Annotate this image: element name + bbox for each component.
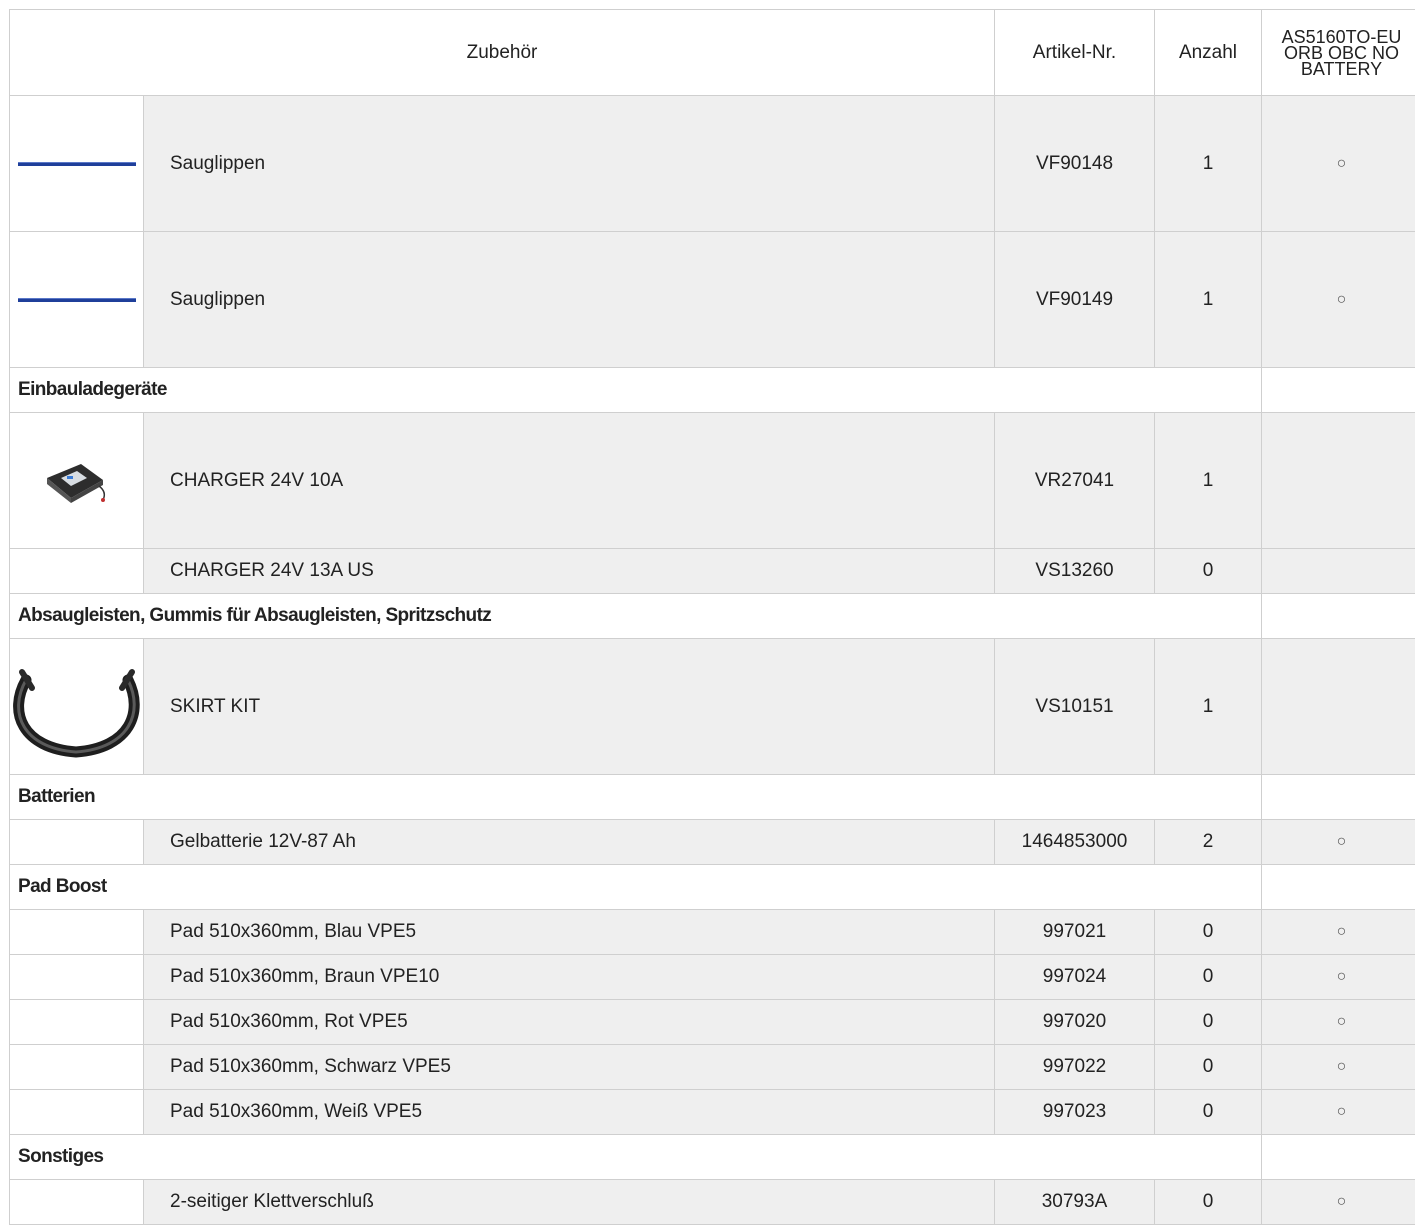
availability-mark: ○ xyxy=(1262,1045,1415,1090)
product-image-cell xyxy=(10,1180,144,1225)
group-row: Einbauladegeräte xyxy=(10,368,1415,413)
group-row: Absaugleisten, Gummis für Absaugleisten,… xyxy=(10,594,1415,639)
group-title: Absaugleisten, Gummis für Absaugleisten,… xyxy=(10,594,1262,639)
item-name: CHARGER 24V 10A xyxy=(144,413,995,549)
item-name: 2-seitiger Klettverschluß xyxy=(144,1180,995,1225)
product-image-cell xyxy=(10,1090,144,1135)
group-title: Batterien xyxy=(10,775,1262,820)
availability-mark: ○ xyxy=(1262,232,1415,368)
item-name: Pad 510x360mm, Schwarz VPE5 xyxy=(144,1045,995,1090)
availability-mark: ○ xyxy=(1262,1000,1415,1045)
table-row: 2-seitiger Klettverschluß 30793A 0 ○ xyxy=(10,1180,1415,1225)
availability-mark xyxy=(1262,549,1415,594)
product-image-cell xyxy=(10,413,144,549)
availability-mark: ○ xyxy=(1262,910,1415,955)
availability-mark: ○ xyxy=(1262,820,1415,865)
table-row: SKIRT KIT VS10151 1 xyxy=(10,639,1415,775)
availability-mark: ○ xyxy=(1262,1090,1415,1135)
article-number: 997021 xyxy=(995,910,1155,955)
product-image-cell xyxy=(10,910,144,955)
group-row: Pad Boost xyxy=(10,865,1415,910)
table-header-row: Zubehör Artikel-Nr. Anzahl AS5160TO-EU O… xyxy=(10,10,1415,96)
squeegee-strip-icon xyxy=(17,159,137,169)
table-row: Sauglippen VF90148 1 ○ xyxy=(10,96,1415,232)
availability-mark xyxy=(1262,639,1415,775)
product-image-cell xyxy=(10,96,144,232)
article-number: VF90148 xyxy=(995,96,1155,232)
group-row: Sonstiges xyxy=(10,1135,1415,1180)
item-name: Pad 510x360mm, Rot VPE5 xyxy=(144,1000,995,1045)
table-row: Sauglippen VF90149 1 ○ xyxy=(10,232,1415,368)
item-name: SKIRT KIT xyxy=(144,639,995,775)
variant-header: AS5160TO-EU ORB OBC NO BATTERY xyxy=(1262,10,1415,96)
group-variant-cell xyxy=(1262,775,1415,820)
article-number: 30793A xyxy=(995,1180,1155,1225)
product-image-cell xyxy=(10,549,144,594)
article-number-header: Artikel-Nr. xyxy=(995,10,1155,96)
article-number: 997024 xyxy=(995,955,1155,1000)
quantity: 0 xyxy=(1155,955,1262,1000)
group-title: Einbauladegeräte xyxy=(10,368,1262,413)
group-variant-cell xyxy=(1262,1135,1415,1180)
table-row: Pad 510x360mm, Weiß VPE5 997023 0 ○ xyxy=(10,1090,1415,1135)
quantity: 0 xyxy=(1155,910,1262,955)
table-row: CHARGER 24V 10A VR27041 1 xyxy=(10,413,1415,549)
article-number: 997023 xyxy=(995,1090,1155,1135)
product-image-cell xyxy=(10,1000,144,1045)
table-row: CHARGER 24V 13A US VS13260 0 xyxy=(10,549,1415,594)
product-image-cell xyxy=(10,955,144,1000)
article-number: VS13260 xyxy=(995,549,1155,594)
item-name: Sauglippen xyxy=(144,96,995,232)
table-row: Pad 510x360mm, Schwarz VPE5 997022 0 ○ xyxy=(10,1045,1415,1090)
article-number: 997022 xyxy=(995,1045,1155,1090)
article-number: VF90149 xyxy=(995,232,1155,368)
quantity: 0 xyxy=(1155,1045,1262,1090)
group-variant-cell xyxy=(1262,865,1415,910)
item-name: CHARGER 24V 13A US xyxy=(144,549,995,594)
article-number: VS10151 xyxy=(995,639,1155,775)
article-number: 1464853000 xyxy=(995,820,1155,865)
group-variant-cell xyxy=(1262,594,1415,639)
quantity: 1 xyxy=(1155,232,1262,368)
quantity: 0 xyxy=(1155,1000,1262,1045)
table-row: Pad 510x360mm, Blau VPE5 997021 0 ○ xyxy=(10,910,1415,955)
item-name: Sauglippen xyxy=(144,232,995,368)
skirt-kit-icon xyxy=(12,652,142,762)
group-row: Batterien xyxy=(10,775,1415,820)
group-title: Sonstiges xyxy=(10,1135,1262,1180)
accessory-header: Zubehör xyxy=(10,10,995,96)
quantity: 2 xyxy=(1155,820,1262,865)
item-name: Pad 510x360mm, Weiß VPE5 xyxy=(144,1090,995,1135)
item-name: Pad 510x360mm, Blau VPE5 xyxy=(144,910,995,955)
product-image-cell xyxy=(10,232,144,368)
availability-mark xyxy=(1262,413,1415,549)
charger-icon xyxy=(37,456,117,506)
availability-mark: ○ xyxy=(1262,1180,1415,1225)
group-variant-cell xyxy=(1262,368,1415,413)
quantity: 0 xyxy=(1155,1090,1262,1135)
squeegee-strip-icon xyxy=(17,295,137,305)
item-name: Pad 510x360mm, Braun VPE10 xyxy=(144,955,995,1000)
product-image-cell xyxy=(10,820,144,865)
table-row: Pad 510x360mm, Rot VPE5 997020 0 ○ xyxy=(10,1000,1415,1045)
table-row: Pad 510x360mm, Braun VPE10 997024 0 ○ xyxy=(10,955,1415,1000)
quantity: 1 xyxy=(1155,413,1262,549)
quantity-header: Anzahl xyxy=(1155,10,1262,96)
article-number: 997020 xyxy=(995,1000,1155,1045)
quantity: 0 xyxy=(1155,1180,1262,1225)
quantity: 1 xyxy=(1155,96,1262,232)
availability-mark: ○ xyxy=(1262,955,1415,1000)
item-name: Gelbatterie 12V-87 Ah xyxy=(144,820,995,865)
quantity: 0 xyxy=(1155,549,1262,594)
product-image-cell xyxy=(10,1045,144,1090)
article-number: VR27041 xyxy=(995,413,1155,549)
group-title: Pad Boost xyxy=(10,865,1262,910)
table-row: Gelbatterie 12V-87 Ah 1464853000 2 ○ xyxy=(10,820,1415,865)
accessories-table: Zubehör Artikel-Nr. Anzahl AS5160TO-EU O… xyxy=(9,9,1415,1225)
product-image-cell xyxy=(10,639,144,775)
quantity: 1 xyxy=(1155,639,1262,775)
availability-mark: ○ xyxy=(1262,96,1415,232)
